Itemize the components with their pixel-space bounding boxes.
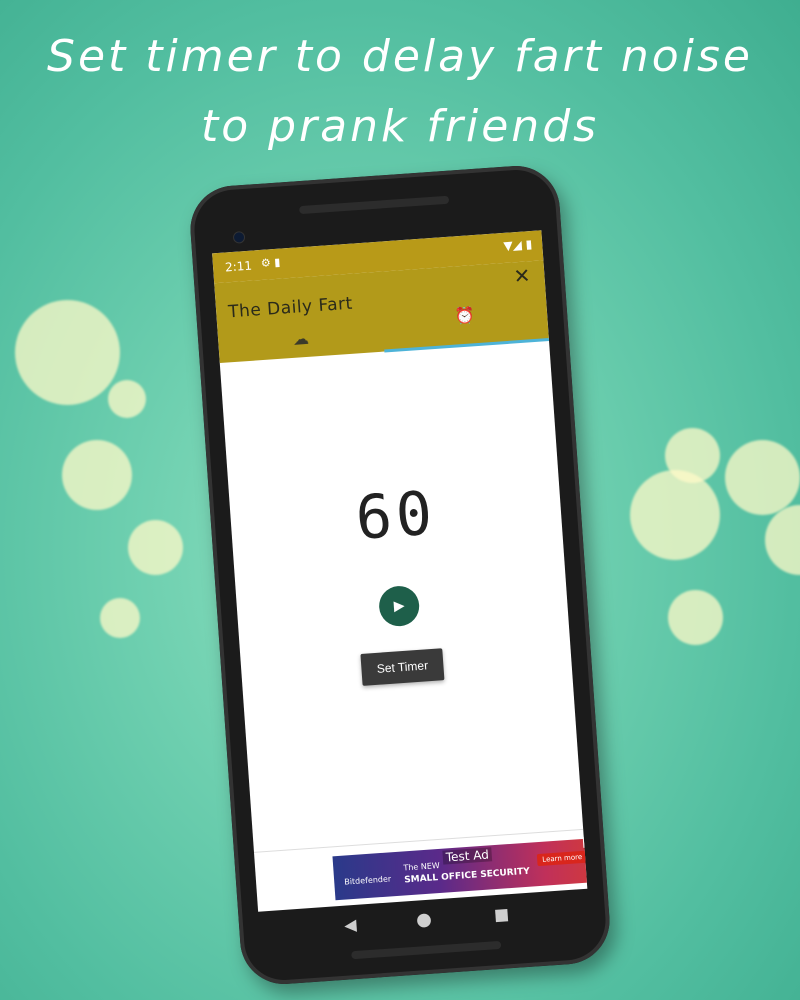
bokeh-light [128,520,183,575]
ad-line-1: The NEW [403,860,441,873]
promo-headline: Set timer to delay fart noise to prank f… [0,22,800,162]
bokeh-light [668,590,723,645]
app-screen: 2:11 ⚙ ▮ ▼◢ ▮ The Daily Fart ✕ ☁ ⏰ 60 ▶ … [212,230,588,912]
settings-notification-icon: ⚙ ▮ [260,255,281,270]
phone-mockup: 2:11 ⚙ ▮ ▼◢ ▮ The Daily Fart ✕ ☁ ⏰ 60 ▶ … [187,163,613,987]
timer-countdown: 60 [353,478,439,554]
close-icon[interactable]: ✕ [513,263,531,288]
alarm-clock-icon: ⏰ [453,305,476,326]
cloud-icon: ☁ [292,328,310,349]
bokeh-light [765,505,800,575]
earpiece-speaker [299,195,450,215]
ad-brand: Bitdefender [343,874,392,887]
bokeh-light [15,300,120,405]
status-time: 2:11 [224,258,253,275]
phone-body: 2:11 ⚙ ▮ ▼◢ ▮ The Daily Fart ✕ ☁ ⏰ 60 ▶ … [187,163,613,987]
bokeh-light [725,440,800,515]
bokeh-light [665,428,720,483]
home-icon[interactable]: ● [415,909,432,931]
back-icon[interactable]: ◀ [344,915,358,935]
test-ad-label: Test Ad [442,847,493,865]
signal-battery-icon: ▼◢ ▮ [502,236,533,253]
headline-line-1: Set timer to delay fart noise [47,31,753,82]
ad-learn-more-button[interactable]: Learn more [536,850,588,867]
ad-close-icon[interactable]: ✕ [582,836,588,848]
app-title: The Daily Fart [227,293,354,323]
bokeh-light [108,380,146,418]
tab-alarm[interactable]: ⏰ [382,300,549,339]
set-timer-button[interactable]: Set Timer [360,648,445,686]
front-camera-icon [232,231,246,244]
bokeh-light [100,598,140,638]
bokeh-light [62,440,132,510]
tab-cloud[interactable]: ☁ [218,324,385,363]
play-button[interactable]: ▶ [377,584,421,628]
recent-apps-icon[interactable]: ■ [493,904,509,924]
bokeh-light [630,470,720,560]
headline-line-2: to prank friends [200,101,600,152]
play-icon: ▶ [393,597,406,615]
